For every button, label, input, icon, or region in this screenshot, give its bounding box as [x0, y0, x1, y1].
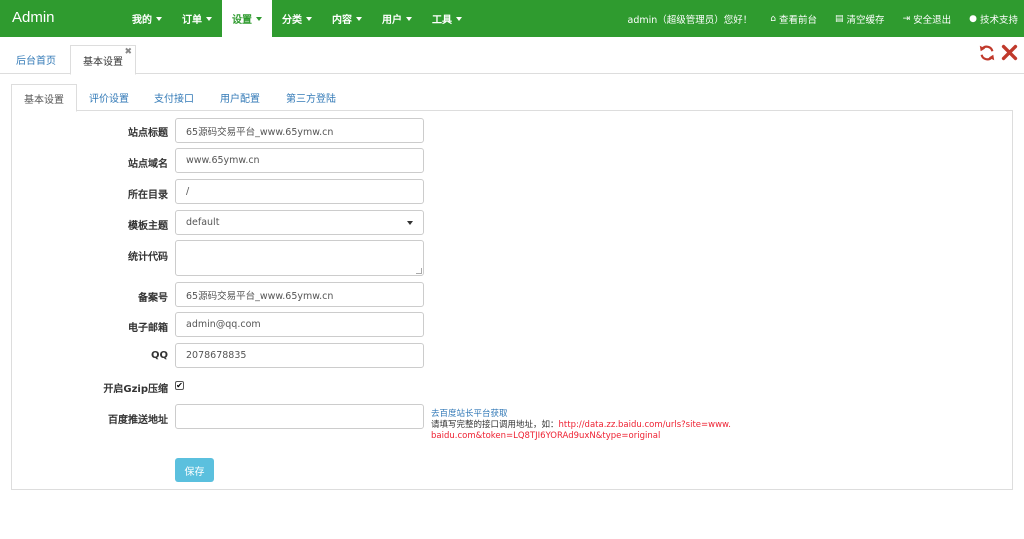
site-domain-input[interactable]: www.65ymw.cn: [175, 148, 424, 173]
tab-label: 基本设置: [83, 56, 123, 68]
logout-link[interactable]: ⇥ 安全退出: [903, 12, 952, 26]
tab-user-config[interactable]: 用户配置: [208, 84, 272, 111]
chevron-down-icon: [407, 220, 413, 225]
clear-cache-link[interactable]: ▤ 清空缓存: [835, 12, 885, 26]
template-select[interactable]: default: [175, 210, 424, 235]
baidu-push-help: 去百度站长平台获取 请填写完整的接口调用地址，如：http://data.zz.…: [431, 409, 731, 442]
stats-code-textarea[interactable]: [175, 240, 424, 276]
gzip-label: 开启Gzip压缩: [103, 384, 168, 395]
tab-basic-settings[interactable]: 基本设置 ✖: [70, 45, 136, 75]
tab-dashboard[interactable]: 后台首页: [4, 45, 68, 74]
menu-users[interactable]: 用户: [372, 0, 422, 37]
chevron-down-icon: [206, 16, 212, 21]
chevron-down-icon: [356, 16, 362, 21]
baidu-push-input[interactable]: [175, 404, 424, 429]
baidu-push-label: 百度推送地址: [108, 415, 168, 426]
home-icon: ⌂: [770, 13, 777, 24]
chevron-down-icon: [256, 16, 262, 21]
chevron-down-icon: [456, 16, 462, 21]
email-input[interactable]: admin@qq.com: [175, 312, 424, 337]
directory-label: 所在目录: [128, 190, 168, 201]
user-icon: ●: [969, 13, 977, 24]
menu-orders[interactable]: 订单: [172, 0, 222, 37]
stats-code-label: 统计代码: [128, 252, 168, 263]
menu-content[interactable]: 内容: [322, 0, 372, 37]
support-link[interactable]: ● 技术支持: [969, 12, 1018, 26]
site-title-label: 站点标题: [128, 128, 168, 139]
tab-review[interactable]: 评价设置: [77, 84, 141, 111]
tab-payment[interactable]: 支付接口: [142, 84, 206, 111]
user-area: admin（超级管理员）您好！ ⌂ 查看前台 ▤ 清空缓存 ⇥ 安全退出 ● 技术支持: [610, 0, 1018, 37]
main-menu: 我的 订单 设置 分类 内容 用户 工具: [122, 0, 472, 37]
save-button[interactable]: 保存: [175, 458, 214, 482]
baidu-webmaster-link[interactable]: 去百度站长平台获取: [431, 409, 731, 420]
qq-label: QQ: [150, 350, 168, 361]
settings-tabs: 基本设置 评价设置 支付接口 用户配置 第三方登陆: [11, 84, 1013, 112]
menu-mine[interactable]: 我的: [122, 0, 172, 37]
gzip-checkbox[interactable]: ✔: [175, 381, 184, 390]
tab-basic[interactable]: 基本设置: [11, 84, 77, 112]
menu-tools[interactable]: 工具: [422, 0, 472, 37]
close-page-icon[interactable]: [1001, 44, 1018, 61]
refresh-icon[interactable]: [978, 44, 996, 62]
qq-input[interactable]: 2078678835: [175, 343, 424, 368]
icp-input[interactable]: 65源码交易平台_www.65ymw.cn: [175, 282, 424, 307]
resize-handle-icon[interactable]: [416, 268, 422, 274]
site-domain-label: 站点域名: [128, 159, 168, 170]
menu-categories[interactable]: 分类: [272, 0, 322, 37]
trash-icon: ▤: [835, 13, 844, 24]
directory-input[interactable]: /: [175, 179, 424, 204]
view-front-link[interactable]: ⌂ 查看前台: [770, 12, 817, 26]
tab-third-party-login[interactable]: 第三方登陆: [274, 84, 348, 111]
site-title-input[interactable]: 65源码交易平台_www.65ymw.cn: [175, 118, 424, 143]
template-label: 模板主题: [128, 221, 168, 232]
brand-logo[interactable]: Admin: [12, 9, 55, 26]
template-selected-value: default: [186, 217, 220, 228]
close-icon[interactable]: ✖: [124, 47, 132, 57]
chevron-down-icon: [156, 16, 162, 21]
logout-icon: ⇥: [902, 13, 911, 24]
email-label: 电子邮箱: [128, 323, 168, 334]
page-tab-strip: 后台首页 基本设置 ✖: [0, 37, 1024, 75]
help-text: 请填写完整的接口调用地址，如：: [431, 420, 559, 430]
greeting-text: admin（超级管理员）您好！: [627, 14, 753, 26]
chevron-down-icon: [406, 16, 412, 21]
icp-label: 备案号: [138, 293, 168, 304]
top-navbar: Admin 我的 订单 设置 分类 内容 用户 工具 admin（超级管理员）您…: [0, 0, 1024, 37]
chevron-down-icon: [306, 16, 312, 21]
menu-settings[interactable]: 设置: [222, 0, 272, 37]
